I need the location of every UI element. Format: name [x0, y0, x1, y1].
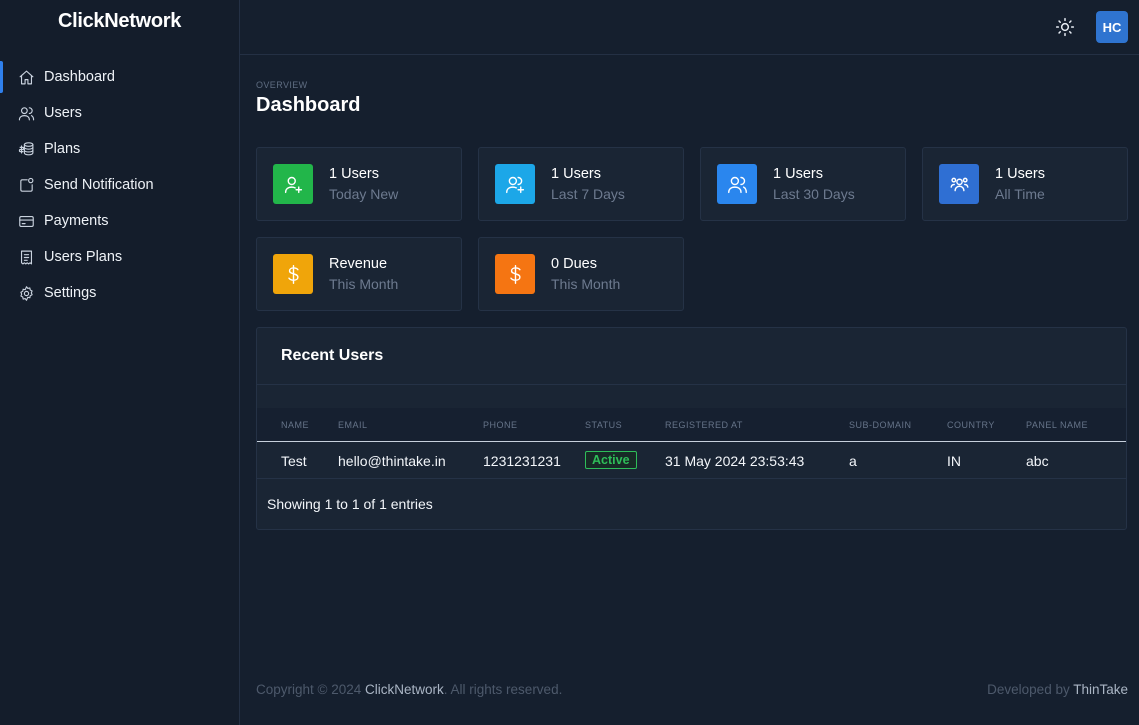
column-header-registered-at[interactable]: REGISTERED AT: [665, 420, 743, 430]
stat-value: 1 Users: [551, 166, 601, 182]
stat-card-today-new[interactable]: 1 Users Today New: [256, 147, 462, 221]
stat-label: Last 30 Days: [773, 186, 855, 202]
cell-phone: 1231231231: [483, 453, 561, 469]
top-bar: HC: [240, 0, 1139, 55]
column-header-name[interactable]: NAME: [281, 420, 309, 430]
column-header-panel-name[interactable]: PANEL NAME: [1026, 420, 1088, 430]
sidebar-item-label: Users Plans: [44, 249, 123, 265]
cell-email: hello@thintake.in: [338, 453, 446, 469]
sidebar-item-plans[interactable]: Plans: [0, 131, 239, 167]
user-plus-icon: [273, 164, 313, 204]
coins-icon: [18, 141, 35, 158]
table-entries-info: Showing 1 to 1 of 1 entries: [267, 496, 433, 512]
status-badge: Active: [585, 451, 637, 469]
sidebar-item-settings[interactable]: Settings: [0, 275, 239, 311]
receipt-icon: [18, 249, 35, 266]
gear-icon: [18, 285, 35, 302]
stat-value: 1 Users: [773, 166, 823, 182]
sidebar-item-label: Settings: [44, 285, 97, 301]
sidebar-item-label: Plans: [44, 141, 81, 157]
stat-value: 1 Users: [995, 166, 1045, 182]
sidebar-item-users-plans[interactable]: Users Plans: [0, 239, 239, 275]
notification-icon: [18, 177, 35, 194]
footer-brand-link[interactable]: ClickNetwork: [365, 682, 444, 697]
stat-label: This Month: [329, 276, 399, 292]
users-plus-icon: [495, 164, 535, 204]
page-title: Dashboard: [256, 94, 361, 116]
column-header-sub-domain[interactable]: SUB-DOMAIN: [849, 420, 912, 430]
sidebar-item-label: Dashboard: [44, 69, 115, 85]
sidebar-item-users[interactable]: Users: [0, 95, 239, 131]
footer-copyright: Copyright © 2024 ClickNetwork. All right…: [256, 682, 562, 697]
sidebar-item-send-notification[interactable]: Send Notification: [0, 167, 239, 203]
cell-registered-at: 31 May 2024 23:53:43: [665, 453, 805, 469]
sidebar-nav: Dashboard Users Plans Send Notification …: [0, 59, 239, 311]
stat-value: 1 Users: [329, 166, 379, 182]
stat-card-dues[interactable]: 0 Dues This Month: [478, 237, 684, 311]
copyright-suffix: . All rights reserved.: [443, 682, 563, 697]
cell-country: IN: [947, 453, 961, 469]
stat-card-revenue[interactable]: Revenue This Month: [256, 237, 462, 311]
stat-label: This Month: [551, 276, 621, 292]
cell-sub-domain: a: [849, 453, 857, 469]
users-icon: [18, 105, 35, 122]
sidebar-item-payments[interactable]: Payments: [0, 203, 239, 239]
stat-label: Today New: [329, 186, 399, 202]
footer-developer: Developed by ThinTake: [987, 682, 1128, 697]
sun-icon[interactable]: [1055, 17, 1075, 37]
stat-card-all-time[interactable]: 1 Users All Time: [922, 147, 1128, 221]
table-header: NAME EMAIL PHONE STATUS REGISTERED AT SU…: [257, 408, 1126, 442]
dollar-icon: [495, 254, 535, 294]
copyright-prefix: Copyright © 2024: [256, 682, 366, 697]
sidebar: ClickNetwork Dashboard Users Plans Send …: [0, 0, 240, 725]
recent-users-title: Recent Users: [257, 328, 1126, 385]
stat-value: 0 Dues: [551, 256, 597, 272]
sidebar-item-label: Payments: [44, 213, 109, 229]
column-header-phone[interactable]: PHONE: [483, 420, 518, 430]
dollar-icon: [273, 254, 313, 294]
column-header-email[interactable]: EMAIL: [338, 420, 368, 430]
stat-label: Last 7 Days: [551, 186, 625, 202]
sidebar-item-label: Send Notification: [44, 177, 154, 193]
column-header-country[interactable]: COUNTRY: [947, 420, 995, 430]
developed-prefix: Developed by: [987, 682, 1074, 697]
cell-name: Test: [281, 453, 307, 469]
users-icon: [717, 164, 757, 204]
sidebar-item-label: Users: [44, 105, 82, 121]
page-overline: OVERVIEW: [256, 80, 308, 90]
stat-label: All Time: [995, 186, 1045, 202]
column-header-status[interactable]: STATUS: [585, 420, 622, 430]
stat-value: Revenue: [329, 256, 388, 272]
recent-users-card: Recent Users NAME EMAIL PHONE STATUS REG…: [256, 327, 1127, 530]
developer-link[interactable]: ThinTake: [1073, 682, 1128, 697]
credit-card-icon: [18, 213, 35, 230]
page-header: OVERVIEW Dashboard: [256, 80, 1127, 117]
stat-card-last-30-days[interactable]: 1 Users Last 30 Days: [700, 147, 906, 221]
table-row[interactable]: Test hello@thintake.in 1231231231 Active…: [257, 443, 1126, 479]
brand-logo[interactable]: ClickNetwork: [0, 0, 239, 42]
sidebar-item-dashboard[interactable]: Dashboard: [0, 59, 239, 95]
home-icon: [18, 69, 35, 86]
avatar[interactable]: HC: [1096, 11, 1128, 43]
stat-card-last-7-days[interactable]: 1 Users Last 7 Days: [478, 147, 684, 221]
group-icon: [939, 164, 979, 204]
cell-panel-name: abc: [1026, 453, 1049, 469]
